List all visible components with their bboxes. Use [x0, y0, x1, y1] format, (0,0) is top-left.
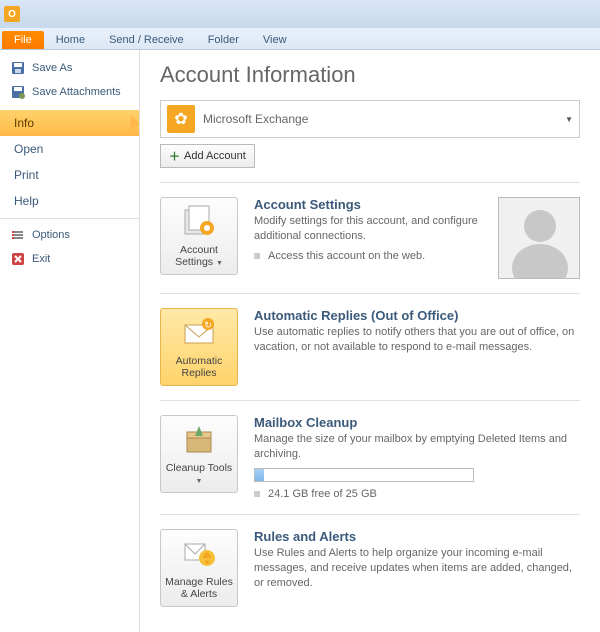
avatar — [498, 197, 580, 279]
manage-rules-alerts-button[interactable]: Manage Rules & Alerts — [160, 529, 238, 607]
plus-icon: ＋ — [169, 148, 180, 164]
rules-alerts-desc: Use Rules and Alerts to help organize yo… — [254, 546, 580, 591]
backstage-sidebar: Save As Save Attachments Info Open Print… — [0, 50, 140, 632]
automatic-replies-title: Automatic Replies (Out of Office) — [254, 308, 580, 323]
ribbon-tabs: File Home Send / Receive Folder View — [0, 28, 600, 50]
sidebar-save-as-label: Save As — [32, 62, 72, 74]
storage-text: 24.1 GB free of 25 GB — [268, 488, 377, 500]
cleanup-tools-icon — [181, 422, 217, 458]
account-settings-button-label: Account Settings — [175, 244, 218, 268]
storage-fill — [255, 469, 264, 481]
rules-alerts-title: Rules and Alerts — [254, 529, 580, 544]
app-icon: O — [4, 6, 20, 22]
svg-text:↻: ↻ — [204, 320, 212, 330]
separator — [160, 400, 580, 401]
automatic-replies-icon: ↻ — [181, 315, 217, 351]
separator — [160, 182, 580, 183]
tab-send-receive[interactable]: Send / Receive — [97, 31, 196, 49]
exchange-icon: ✿ — [167, 105, 195, 133]
sidebar-open[interactable]: Open — [0, 136, 139, 162]
page-title: Account Information — [160, 62, 580, 88]
sidebar-help[interactable]: Help — [0, 188, 139, 214]
account-settings-bullet: Access this account on the web. — [268, 250, 425, 262]
separator — [160, 293, 580, 294]
chevron-down-icon: ▼ — [216, 260, 223, 267]
account-settings-title: Account Settings — [254, 197, 482, 212]
tab-home[interactable]: Home — [44, 31, 97, 49]
automatic-replies-button-label: Automatic Replies — [165, 355, 233, 379]
account-name: Microsoft Exchange — [203, 112, 557, 126]
separator — [0, 218, 139, 219]
mailbox-cleanup-desc: Manage the size of your mailbox by empty… — [254, 432, 580, 462]
separator — [160, 514, 580, 515]
sidebar-exit-label: Exit — [32, 253, 50, 265]
tab-file[interactable]: File — [2, 31, 44, 49]
account-selector[interactable]: ✿ Microsoft Exchange ▼ — [160, 100, 580, 138]
account-settings-icon — [181, 204, 217, 240]
main-content: Account Information ✿ Microsoft Exchange… — [140, 50, 600, 632]
bullet-icon — [254, 491, 260, 497]
manage-rules-alerts-button-label: Manage Rules & Alerts — [165, 576, 233, 600]
add-account-label: Add Account — [184, 150, 246, 162]
bullet-icon — [254, 253, 260, 259]
cleanup-tools-button[interactable]: Cleanup Tools ▼ — [160, 415, 238, 493]
sidebar-print[interactable]: Print — [0, 162, 139, 188]
sidebar-info[interactable]: Info — [0, 110, 139, 136]
tab-view[interactable]: View — [251, 31, 299, 49]
storage-bar — [254, 468, 474, 482]
automatic-replies-desc: Use automatic replies to notify others t… — [254, 325, 580, 355]
attachment-icon — [10, 84, 26, 100]
tab-folder[interactable]: Folder — [196, 31, 251, 49]
cleanup-tools-button-label: Cleanup Tools — [166, 462, 232, 474]
save-icon — [10, 60, 26, 76]
sidebar-options-label: Options — [32, 229, 70, 241]
mailbox-cleanup-title: Mailbox Cleanup — [254, 415, 580, 430]
rules-alerts-icon — [181, 536, 217, 572]
sidebar-options[interactable]: Options — [0, 223, 139, 247]
sidebar-save-as[interactable]: Save As — [0, 56, 139, 80]
account-settings-desc: Modify settings for this account, and co… — [254, 214, 482, 244]
add-account-button[interactable]: ＋ Add Account — [160, 144, 255, 168]
chevron-down-icon: ▼ — [565, 115, 573, 124]
automatic-replies-button[interactable]: ↻ Automatic Replies — [160, 308, 238, 386]
account-settings-button[interactable]: Account Settings ▼ — [160, 197, 238, 275]
exit-icon — [10, 251, 26, 267]
titlebar: O — [0, 0, 600, 28]
chevron-down-icon: ▼ — [196, 478, 203, 485]
options-icon — [10, 227, 26, 243]
sidebar-save-attachments-label: Save Attachments — [32, 86, 121, 98]
sidebar-exit[interactable]: Exit — [0, 247, 139, 271]
sidebar-save-attachments[interactable]: Save Attachments — [0, 80, 139, 104]
